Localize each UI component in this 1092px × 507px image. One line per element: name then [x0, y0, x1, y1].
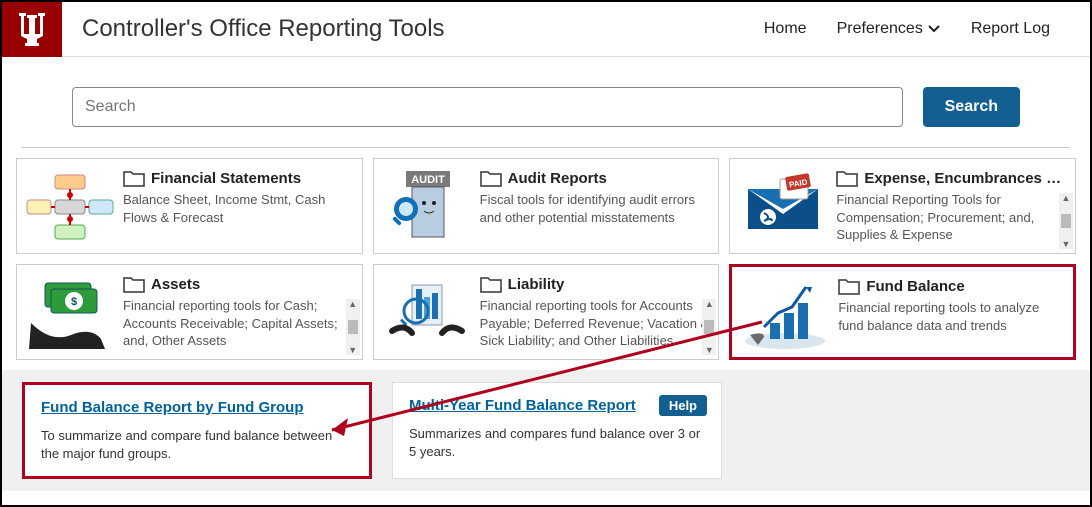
card-desc: Financial reporting tools to analyze fun…	[838, 299, 1065, 334]
card-financial-statements[interactable]: Financial Statements Balance Sheet, Inco…	[16, 158, 363, 254]
fund-balance-icon	[740, 277, 830, 353]
chevron-down-icon	[927, 22, 941, 36]
folder-icon	[480, 169, 502, 187]
help-button[interactable]: Help	[659, 395, 707, 416]
app-title: Controller's Office Reporting Tools	[82, 15, 764, 43]
report-multi-year-fund-balance[interactable]: Multi-Year Fund Balance Report Help Summ…	[392, 382, 722, 479]
folder-icon	[836, 169, 858, 187]
folder-icon	[123, 275, 145, 293]
nav-home[interactable]: Home	[764, 20, 807, 38]
iu-trident-icon	[15, 9, 49, 49]
card-title: Financial Statements	[151, 170, 301, 187]
reports-row: Fund Balance Report by Fund Group To sum…	[2, 370, 1090, 491]
nav-preferences[interactable]: Preferences	[837, 20, 941, 38]
nav-report-log[interactable]: Report Log	[971, 20, 1050, 38]
card-desc: Financial Reporting Tools for Compensati…	[836, 191, 1067, 243]
category-grid: Financial Statements Balance Sheet, Inco…	[2, 148, 1090, 360]
folder-icon	[838, 277, 860, 295]
card-title: Audit Reports	[508, 170, 607, 187]
iu-logo[interactable]	[2, 2, 62, 57]
search-input[interactable]	[72, 87, 903, 127]
svg-text:$: $	[71, 296, 77, 308]
report-desc: Summarizes and compares fund balance ove…	[409, 425, 705, 460]
report-fund-balance-by-group[interactable]: Fund Balance Report by Fund Group To sum…	[22, 382, 372, 479]
card-assets[interactable]: $ Assets Financial reporting tools for C…	[16, 264, 363, 360]
scrollbar[interactable]: ▲▼	[1059, 193, 1073, 249]
card-desc: Fiscal tools for identifying audit error…	[480, 191, 711, 226]
card-liability[interactable]: Liability Financial reporting tools for …	[373, 264, 720, 360]
card-fund-balance[interactable]: Fund Balance Financial reporting tools t…	[729, 264, 1076, 360]
card-title: Liability	[508, 276, 565, 293]
scrollbar[interactable]: ▲▼	[702, 299, 716, 355]
card-title: Assets	[151, 276, 200, 293]
financial-statements-icon	[25, 169, 115, 245]
search-row: Search	[22, 57, 1070, 148]
card-title: Expense, Encumbrances & ...	[864, 170, 1067, 187]
report-link[interactable]: Multi-Year Fund Balance Report	[409, 397, 636, 414]
svg-text:AUDIT: AUDIT	[411, 174, 445, 186]
card-desc: Financial reporting tools for Cash; Acco…	[123, 297, 354, 349]
report-desc: To summarize and compare fund balance be…	[41, 427, 353, 462]
expense-icon: PAID	[738, 169, 828, 245]
card-desc: Financial reporting tools for Accounts P…	[480, 297, 711, 349]
nav: Home Preferences Report Log	[764, 20, 1090, 38]
liability-icon	[382, 275, 472, 351]
audit-icon: AUDIT	[382, 169, 472, 245]
folder-icon	[480, 275, 502, 293]
assets-icon: $	[25, 275, 115, 351]
folder-icon	[123, 169, 145, 187]
card-audit-reports[interactable]: AUDIT Audit Reports Fiscal tools for ide…	[373, 158, 720, 254]
report-link[interactable]: Fund Balance Report by Fund Group	[41, 399, 304, 416]
nav-prefs-label: Preferences	[837, 20, 923, 38]
card-desc: Balance Sheet, Income Stmt, Cash Flows &…	[123, 191, 354, 226]
search-button[interactable]: Search	[923, 87, 1020, 127]
card-title: Fund Balance	[866, 278, 964, 295]
header: Controller's Office Reporting Tools Home…	[2, 2, 1090, 57]
scrollbar[interactable]: ▲▼	[346, 299, 360, 355]
card-expense-encumbrances[interactable]: PAID Expense, Encumbrances & ... Financi…	[729, 158, 1076, 254]
